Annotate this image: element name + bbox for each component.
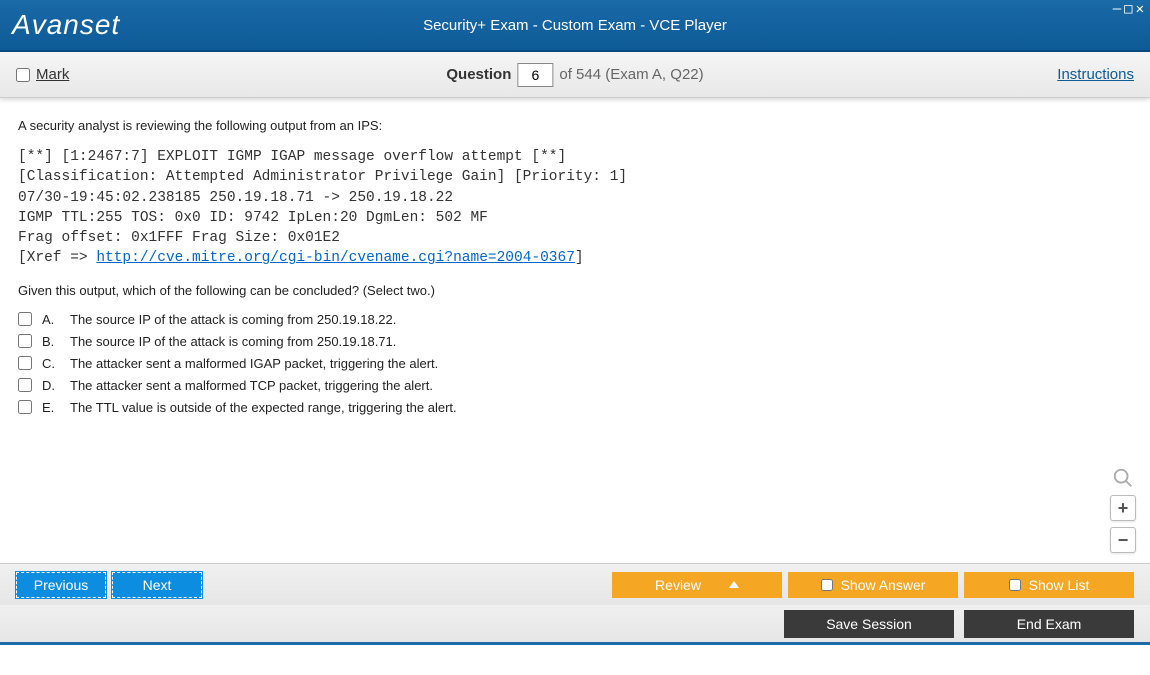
nav-footer: Previous Next Review Show Answer Show Li… bbox=[0, 563, 1150, 605]
answer-letter: A. bbox=[42, 312, 60, 327]
ips-output: [**] [1:2467:7] EXPLOIT IGMP IGAP messag… bbox=[18, 147, 1132, 269]
answer-checkbox[interactable] bbox=[18, 356, 32, 370]
mark-label[interactable]: Mark bbox=[36, 66, 69, 83]
close-icon[interactable]: ✕ bbox=[1136, 2, 1144, 16]
zoom-controls: + − bbox=[1110, 467, 1136, 553]
answer-option[interactable]: E. The TTL value is outside of the expec… bbox=[18, 400, 1132, 415]
answer-letter: E. bbox=[42, 400, 60, 415]
mark-checkbox[interactable] bbox=[16, 68, 30, 82]
answer-text: The attacker sent a malformed IGAP packe… bbox=[70, 356, 438, 371]
zoom-in-button[interactable]: + bbox=[1110, 495, 1136, 521]
previous-button[interactable]: Previous bbox=[16, 572, 106, 598]
question-word: Question bbox=[446, 66, 511, 83]
answer-text: The attacker sent a malformed TCP packet… bbox=[70, 378, 433, 393]
window-title: Security+ Exam - Custom Exam - VCE Playe… bbox=[423, 17, 727, 34]
window-controls: — □ ✕ bbox=[1113, 2, 1144, 16]
answer-letter: C. bbox=[42, 356, 60, 371]
magnifier-icon[interactable] bbox=[1112, 467, 1134, 489]
answer-option[interactable]: D. The attacker sent a malformed TCP pac… bbox=[18, 378, 1132, 393]
answer-checkbox[interactable] bbox=[18, 378, 32, 392]
answer-option[interactable]: A. The source IP of the attack is coming… bbox=[18, 312, 1132, 327]
maximize-icon[interactable]: □ bbox=[1124, 2, 1132, 16]
question-intro: A security analyst is reviewing the foll… bbox=[18, 118, 1132, 133]
zoom-out-button[interactable]: − bbox=[1110, 527, 1136, 553]
question-content: A security analyst is reviewing the foll… bbox=[0, 98, 1150, 563]
answer-text: The source IP of the attack is coming fr… bbox=[70, 334, 396, 349]
question-counter: Question of 544 (Exam A, Q22) bbox=[446, 63, 703, 87]
answer-checkbox[interactable] bbox=[18, 400, 32, 414]
question-sub: Given this output, which of the followin… bbox=[18, 283, 1132, 298]
chevron-up-icon bbox=[729, 581, 739, 588]
answer-letter: D. bbox=[42, 378, 60, 393]
answer-checkbox[interactable] bbox=[18, 312, 32, 326]
answer-text: The source IP of the attack is coming fr… bbox=[70, 312, 396, 327]
end-exam-button[interactable]: End Exam bbox=[964, 610, 1134, 638]
session-footer: Save Session End Exam bbox=[0, 605, 1150, 645]
mark-checkbox-wrap[interactable]: Mark bbox=[16, 66, 69, 83]
show-list-checkbox[interactable] bbox=[1009, 579, 1021, 591]
title-bar: Avanset Security+ Exam - Custom Exam - V… bbox=[0, 0, 1150, 52]
next-button[interactable]: Next bbox=[112, 572, 202, 598]
question-toolbar: Mark Question of 544 (Exam A, Q22) Instr… bbox=[0, 52, 1150, 98]
save-session-button[interactable]: Save Session bbox=[784, 610, 954, 638]
answer-checkbox[interactable] bbox=[18, 334, 32, 348]
minimize-icon[interactable]: — bbox=[1113, 2, 1121, 16]
answer-option[interactable]: C. The attacker sent a malformed IGAP pa… bbox=[18, 356, 1132, 371]
show-answer-checkbox[interactable] bbox=[821, 579, 833, 591]
instructions-link[interactable]: Instructions bbox=[1057, 66, 1134, 83]
question-number-input[interactable] bbox=[517, 63, 553, 87]
cve-link[interactable]: http://cve.mitre.org/cgi-bin/cvename.cgi… bbox=[96, 250, 575, 266]
app-logo: Avanset bbox=[12, 9, 120, 41]
answer-list: A. The source IP of the attack is coming… bbox=[18, 312, 1132, 415]
review-button[interactable]: Review bbox=[612, 572, 782, 598]
answer-letter: B. bbox=[42, 334, 60, 349]
answer-option[interactable]: B. The source IP of the attack is coming… bbox=[18, 334, 1132, 349]
show-answer-button[interactable]: Show Answer bbox=[788, 572, 958, 598]
show-list-button[interactable]: Show List bbox=[964, 572, 1134, 598]
question-total: of 544 (Exam A, Q22) bbox=[559, 66, 703, 83]
answer-text: The TTL value is outside of the expected… bbox=[70, 400, 457, 415]
